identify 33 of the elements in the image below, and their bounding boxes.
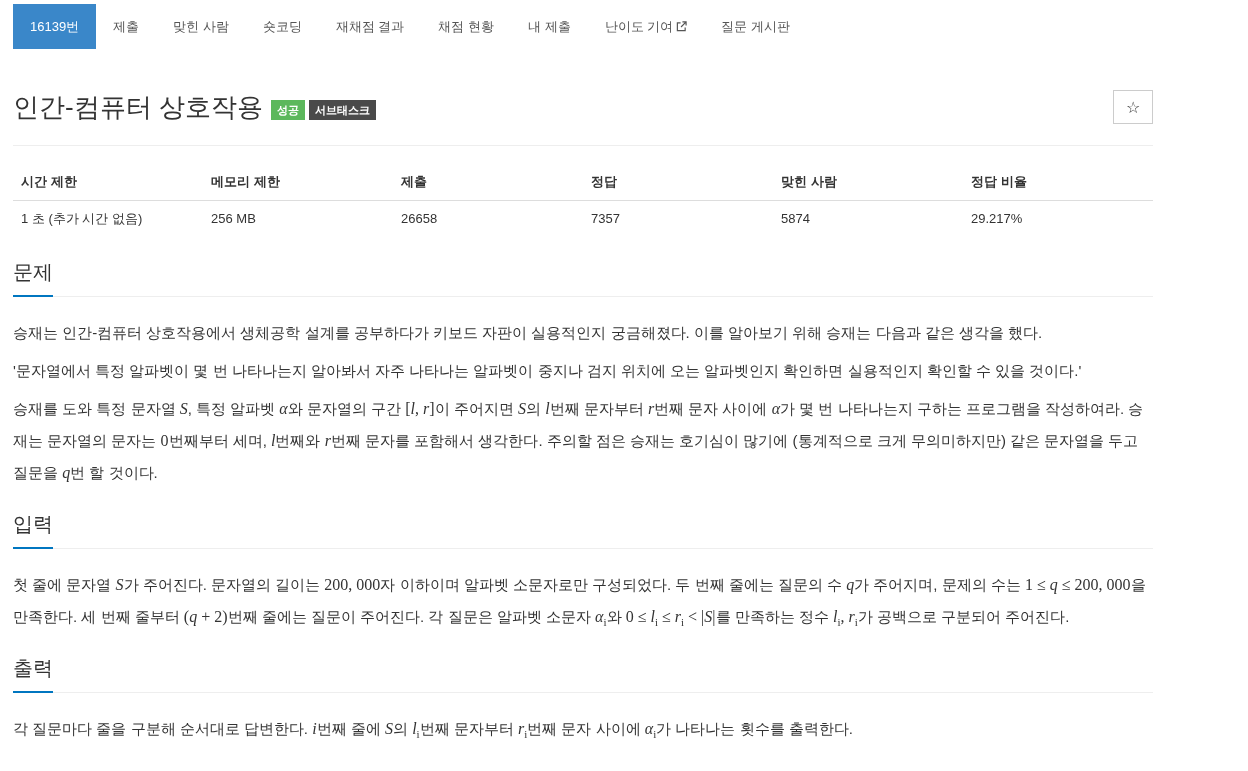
nav-tab[interactable]: 난이도 기여 bbox=[587, 4, 705, 49]
nav-tab[interactable]: 제출 bbox=[96, 4, 157, 49]
section-heading: 입력 bbox=[13, 509, 53, 549]
problem-title: 인간-컴퓨터 상호작용 bbox=[13, 91, 263, 124]
nav-tab[interactable]: 내 제출 bbox=[511, 4, 588, 49]
paragraph: 첫 줄에 문자열 S가 주어진다. 문자열의 길이는 200, 000자 이하이며 알파벳 소문자로만 구성되었다. 두 번째 줄에는 질문의 수 q가 주어지며, 문제의 수는 1 ≤ q ≤ 200, 000을 만족한다. 세 번째 줄부터 (q + 2)번째 줄에는 질문이 주어진다. 각 질문은 알파벳 소문자 α$_{i}$와 0 ≤ l$_{i}$ ≤ r$_{i}$ < |S|를 만족하는 정수 l$_{i}$, r$_{i}$가 공백으로 구분되어 주어진다. bbox=[13, 575, 1147, 631]
column-header: 정답 비율 bbox=[963, 164, 1153, 201]
table-cell: 26658 bbox=[393, 200, 583, 237]
nav-tab[interactable]: 16139번 bbox=[13, 4, 97, 49]
nav-tab[interactable]: 채점 현황 bbox=[421, 4, 512, 49]
nav-tab[interactable]: 질문 게시판 bbox=[704, 4, 807, 49]
paragraph: 각 질문마다 줄을 구분해 순서대로 답변한다. i번째 줄에 S의 l$_{i}$번째 문자부터 r$_{i}$번째 문자 사이에 α$_{i}$가 나타나는 횟수를 출력한다. bbox=[13, 719, 854, 743]
column-header: 메모리 제한 bbox=[203, 164, 393, 201]
section-heading: 출력 bbox=[13, 653, 53, 693]
paragraph: 승재는 인간-컴퓨터 상호작용에서 생체공학 설계를 공부하다가 키보드 자판이 실용적인지 궁금해졌다. 이를 알아보기 위해 승재는 다음과 같은 생각을 했다. bbox=[13, 323, 1044, 343]
nav-tab[interactable]: 맞힌 사람 bbox=[156, 4, 246, 49]
column-header: 정답 bbox=[583, 164, 773, 201]
column-header: 시간 제한 bbox=[13, 164, 203, 201]
table-cell: 256 MB bbox=[203, 200, 393, 237]
column-header: 맞힌 사람 bbox=[773, 164, 963, 201]
star-button[interactable]: ☆ bbox=[1113, 90, 1153, 124]
status-label: 서브태스크 bbox=[308, 100, 376, 120]
nav-tab[interactable]: 숏코딩 bbox=[245, 4, 319, 49]
table-cell: 5874 bbox=[773, 200, 963, 237]
section-heading: 문제 bbox=[13, 257, 53, 297]
table-cell: 7357 bbox=[583, 200, 773, 237]
column-header: 제출 bbox=[393, 164, 583, 201]
table-cell: 29.217% bbox=[963, 200, 1153, 237]
paragraph: '문자열에서 특정 알파벳이 몇 번 나타나는지 알아봐서 자주 나타나는 알파벳이 중지나 검지 위치에 오는 알파벳인지 확인하면 실용적인지 확인할 수 있을 것이다.' bbox=[13, 361, 1083, 381]
table-cell: 1 초 (추가 시간 없음) bbox=[13, 200, 203, 237]
status-label: 성공 bbox=[270, 100, 305, 120]
paragraph: 승재를 도와 특정 문자열 S, 특정 알파벳 α와 문자열의 구간 [l, r]이 주어지면 S의 l번째 문자부터 r번째 문자 사이에 α가 몇 번 나타나는지 구하는 프로그램을 작성하여라. 승재는 문자열의 문자는 0번째부터 세며, l번째와 r번째 문자를 포함해서 생각한다. 주의할 점은 승재는 호기심이 많기에 (통계적으로 크게 무의미하지만) 같은 문자열을 두고 질문을 q번 할 것이다. bbox=[13, 399, 1145, 484]
nav-tab[interactable]: 재채점 결과 bbox=[318, 4, 422, 49]
